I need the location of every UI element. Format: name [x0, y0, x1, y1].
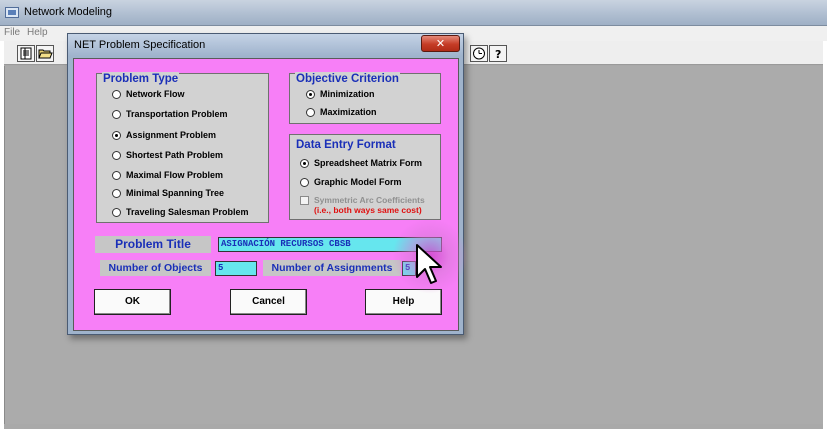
radio-button[interactable]	[112, 151, 121, 160]
dialog-titlebar[interactable]: NET Problem Specification ✕	[68, 34, 463, 56]
cancel-button[interactable]: Cancel	[230, 289, 307, 315]
objective-criterion-title: Objective Criterion	[295, 72, 400, 86]
radio-button[interactable]	[112, 208, 121, 217]
app-icon	[5, 7, 19, 18]
help-icon[interactable]: ?	[489, 45, 507, 62]
data-entry-format-group: Data Entry Format Spreadsheet Matrix For…	[289, 134, 441, 220]
window-right-edge	[823, 41, 827, 429]
problem-type-title: Problem Type	[102, 72, 180, 86]
radio-button[interactable]	[300, 178, 309, 187]
radio-button[interactable]	[306, 108, 315, 117]
mouse-pointer-icon	[416, 244, 442, 284]
app-title: Network Modeling	[24, 6, 113, 18]
new-document-icon[interactable]	[17, 45, 35, 62]
checkbox[interactable]	[300, 196, 309, 205]
radio-button[interactable]	[112, 171, 121, 180]
objective-criterion-group: Objective Criterion Minimization Maximiz…	[289, 72, 441, 124]
number-of-objects-label: Number of Objects	[100, 260, 211, 276]
symmetric-arc-note: (i.e., both ways same cost)	[314, 205, 422, 215]
radio-button[interactable]	[112, 90, 121, 99]
radio-button-checked[interactable]	[300, 159, 309, 168]
problem-specification-dialog: NET Problem Specification ✕ Problem Type…	[67, 33, 464, 335]
radio-button-checked[interactable]	[112, 131, 121, 140]
radio-button[interactable]	[112, 189, 121, 198]
close-icon[interactable]: ✕	[421, 35, 460, 52]
problem-type-group: Problem Type Network Flow Transportation…	[96, 72, 269, 223]
number-of-objects-input[interactable]: 5	[215, 261, 257, 276]
menu-file[interactable]: File	[4, 27, 20, 38]
menu-help[interactable]: Help	[27, 27, 48, 38]
ok-button[interactable]: OK	[94, 289, 171, 315]
svg-text:?: ?	[495, 48, 501, 61]
open-folder-icon[interactable]	[36, 45, 54, 62]
app-titlebar: Network Modeling	[0, 0, 827, 26]
clock-icon[interactable]	[470, 45, 488, 62]
radio-button[interactable]	[112, 110, 121, 119]
dialog-title: NET Problem Specification	[74, 39, 206, 51]
data-entry-format-title: Data Entry Format	[295, 138, 397, 152]
radio-button-checked[interactable]	[306, 90, 315, 99]
dialog-body: Problem Type Network Flow Transportation…	[73, 58, 459, 331]
number-of-assignments-label: Number of Assignments	[263, 260, 401, 276]
problem-title-label: Problem Title	[95, 236, 211, 253]
